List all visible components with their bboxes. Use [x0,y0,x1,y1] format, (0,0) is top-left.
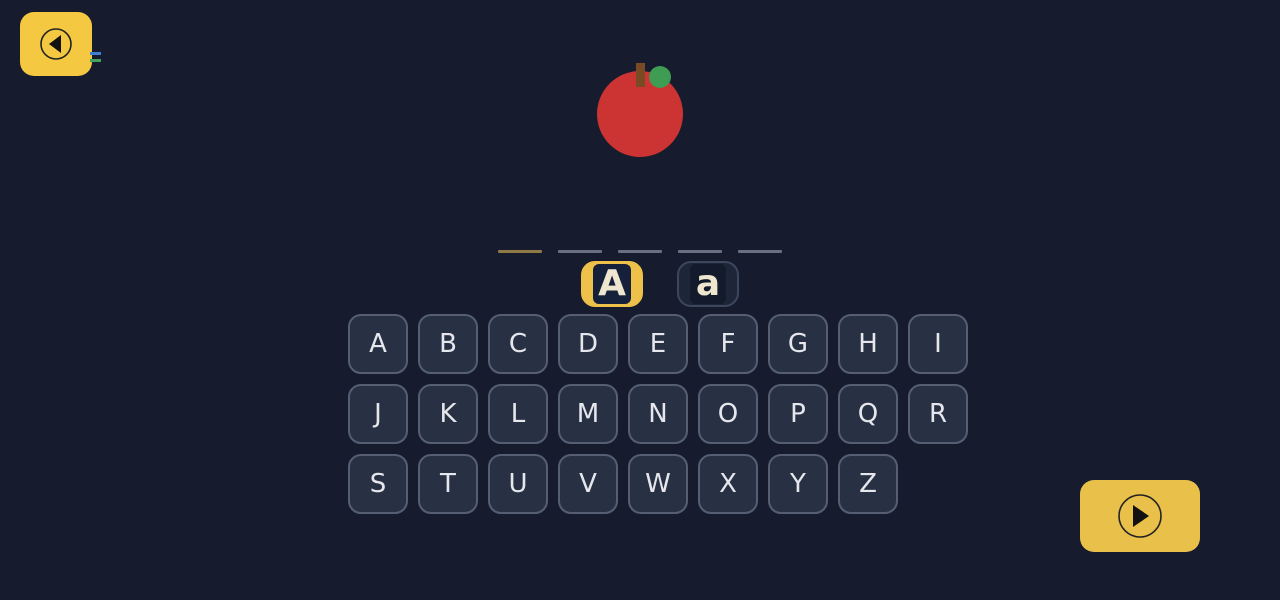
uppercase-label: A [593,264,631,304]
lowercase-toggle[interactable]: a [677,261,739,307]
letter-key-c[interactable]: C [488,314,548,374]
letter-key-z[interactable]: Z [838,454,898,514]
letter-keyboard: ABCDEFGHI JKLMNOPQR STUVWXYZ [348,314,974,520]
letter-key-d[interactable]: D [558,314,618,374]
answer-slot [738,250,782,253]
letter-key-s[interactable]: S [348,454,408,514]
answer-slot [678,250,722,253]
game-screen: A a ABCDEFGHIJKLMNOPQRSTUVWXYZ [0,0,1280,600]
letter-key-j[interactable]: J [348,384,408,444]
letter-key-q[interactable]: Q [838,384,898,444]
letter-key-t[interactable]: T [418,454,478,514]
answer-slot [498,250,542,253]
circle-triangle-right-icon [1118,494,1162,538]
letter-key-i[interactable]: I [908,314,968,374]
letter-key-v[interactable]: V [558,454,618,514]
letter-key-b[interactable]: B [418,314,478,374]
circle-triangle-left-icon [40,28,72,60]
letter-key-x[interactable]: X [698,454,758,514]
next-button[interactable] [1080,480,1200,552]
letter-key-e[interactable]: E [628,314,688,374]
letter-key-a[interactable]: A [348,314,408,374]
apple-icon [597,63,683,157]
letter-key-n[interactable]: N [628,384,688,444]
letter-key-o[interactable]: O [698,384,758,444]
letter-key-f[interactable]: F [698,314,758,374]
answer-slots [498,250,788,256]
letter-key-g[interactable]: G [768,314,828,374]
letter-key-y[interactable]: Y [768,454,828,514]
letter-key-u[interactable]: U [488,454,548,514]
letter-key-h[interactable]: H [838,314,898,374]
letter-key-m[interactable]: M [558,384,618,444]
back-button[interactable] [20,12,92,76]
lowercase-label: a [690,264,726,304]
answer-slot [558,250,602,253]
word-picture [590,56,690,164]
letter-key-w[interactable]: W [628,454,688,514]
decorative-lines [90,52,102,64]
uppercase-toggle[interactable]: A [581,261,643,307]
letter-key-r[interactable]: R [908,384,968,444]
letter-key-p[interactable]: P [768,384,828,444]
answer-slot [618,250,662,253]
letter-key-k[interactable]: K [418,384,478,444]
letter-key-l[interactable]: L [488,384,548,444]
